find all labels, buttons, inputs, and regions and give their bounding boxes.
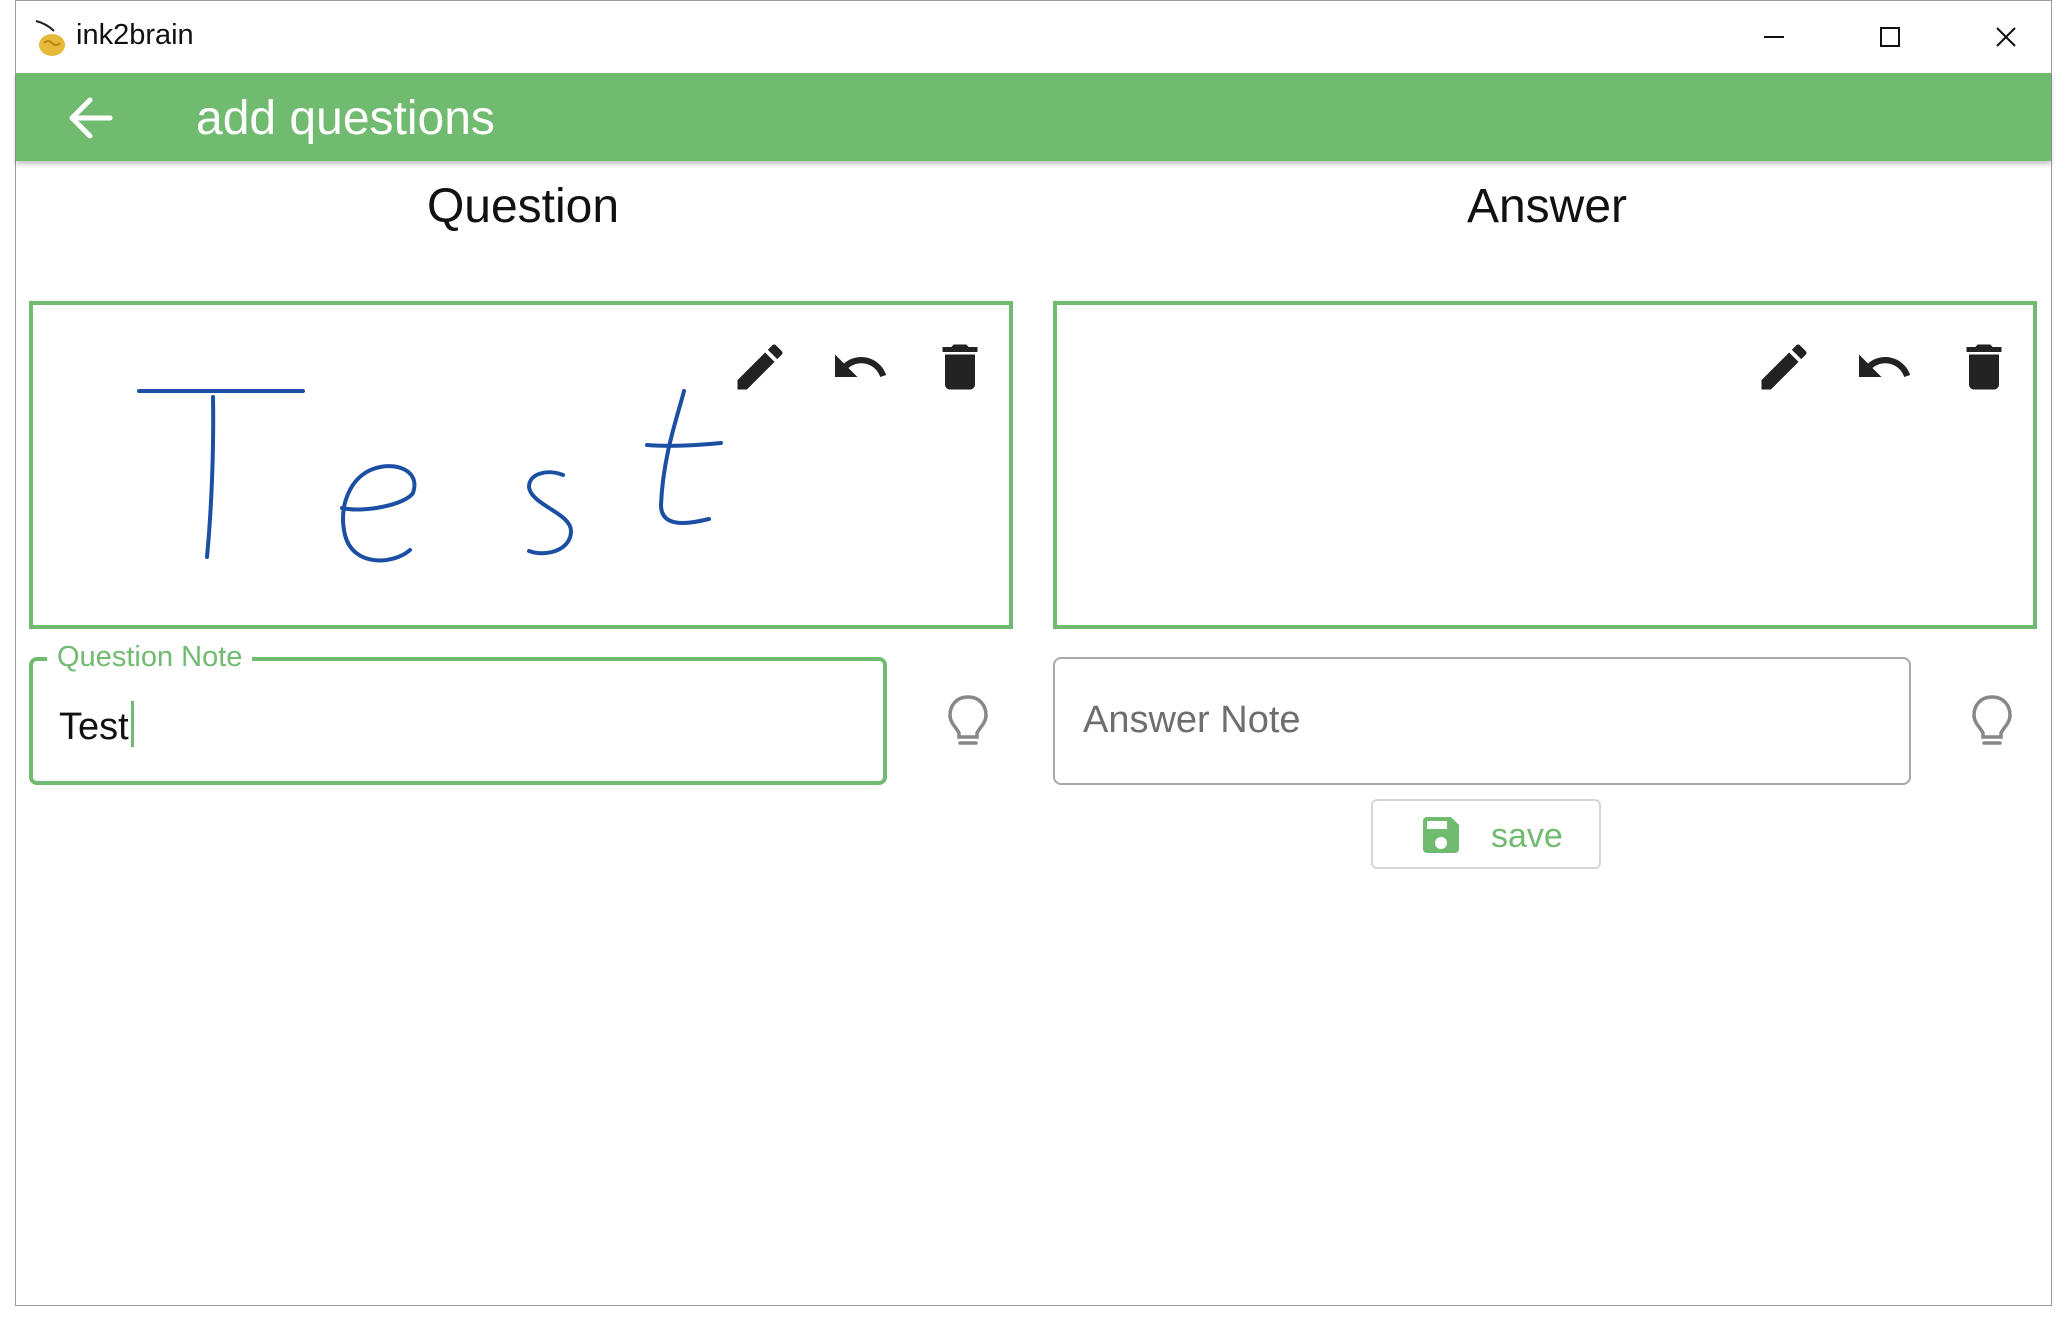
question-note-label: Question Note xyxy=(47,639,253,675)
back-button[interactable] xyxy=(64,91,118,145)
trash-icon xyxy=(1966,344,2002,390)
question-pen-button[interactable] xyxy=(730,337,790,397)
close-button[interactable] xyxy=(1948,1,2064,73)
maximize-button[interactable] xyxy=(1832,1,1948,73)
maximize-icon xyxy=(1880,27,1900,47)
question-header: Question xyxy=(426,180,620,233)
answer-ink-canvas[interactable] xyxy=(1053,301,2037,629)
page-title: add questions xyxy=(196,92,495,145)
question-note-value[interactable]: Test xyxy=(59,701,134,749)
close-icon xyxy=(1996,27,2016,47)
window-title: ink2brain xyxy=(76,19,194,51)
answer-note-placeholder: Answer Note xyxy=(1083,699,1301,741)
save-label: save xyxy=(1491,817,1563,855)
title-bar: ink2brain xyxy=(16,1,2051,73)
minimize-button[interactable] xyxy=(1716,1,1832,73)
lightbulb-icon xyxy=(1972,695,2012,745)
question-undo-button[interactable] xyxy=(830,337,890,397)
floppy-disk-icon xyxy=(1423,817,1459,853)
question-note-text: Test xyxy=(59,706,129,748)
lightbulb-icon xyxy=(948,695,988,745)
answer-hint-button[interactable] xyxy=(1964,691,2020,751)
question-delete-button[interactable] xyxy=(930,337,990,397)
question-ink-canvas[interactable] xyxy=(29,301,1013,629)
app-bar: add questions xyxy=(16,73,2051,161)
answer-note-field[interactable]: Answer Note xyxy=(1053,657,1911,785)
undo-icon xyxy=(835,354,887,377)
trash-icon xyxy=(942,344,978,390)
answer-pen-button[interactable] xyxy=(1754,337,1814,397)
answer-delete-button[interactable] xyxy=(1954,337,2014,397)
question-note-field[interactable]: Question Note Test xyxy=(29,639,887,785)
answer-undo-button[interactable] xyxy=(1854,337,1914,397)
app-window: ink2brain add questions Question Answer … xyxy=(15,0,2052,1306)
pen-icon xyxy=(737,344,783,390)
minimize-icon xyxy=(1764,36,1784,38)
brain-app-icon xyxy=(30,19,70,59)
question-hint-button[interactable] xyxy=(940,691,996,751)
save-button[interactable]: save xyxy=(1371,799,1601,869)
pen-icon xyxy=(1761,344,1807,390)
back-arrow-icon xyxy=(69,97,113,139)
answer-header: Answer xyxy=(1466,180,1628,233)
text-caret xyxy=(130,701,134,747)
undo-icon xyxy=(1859,354,1911,377)
